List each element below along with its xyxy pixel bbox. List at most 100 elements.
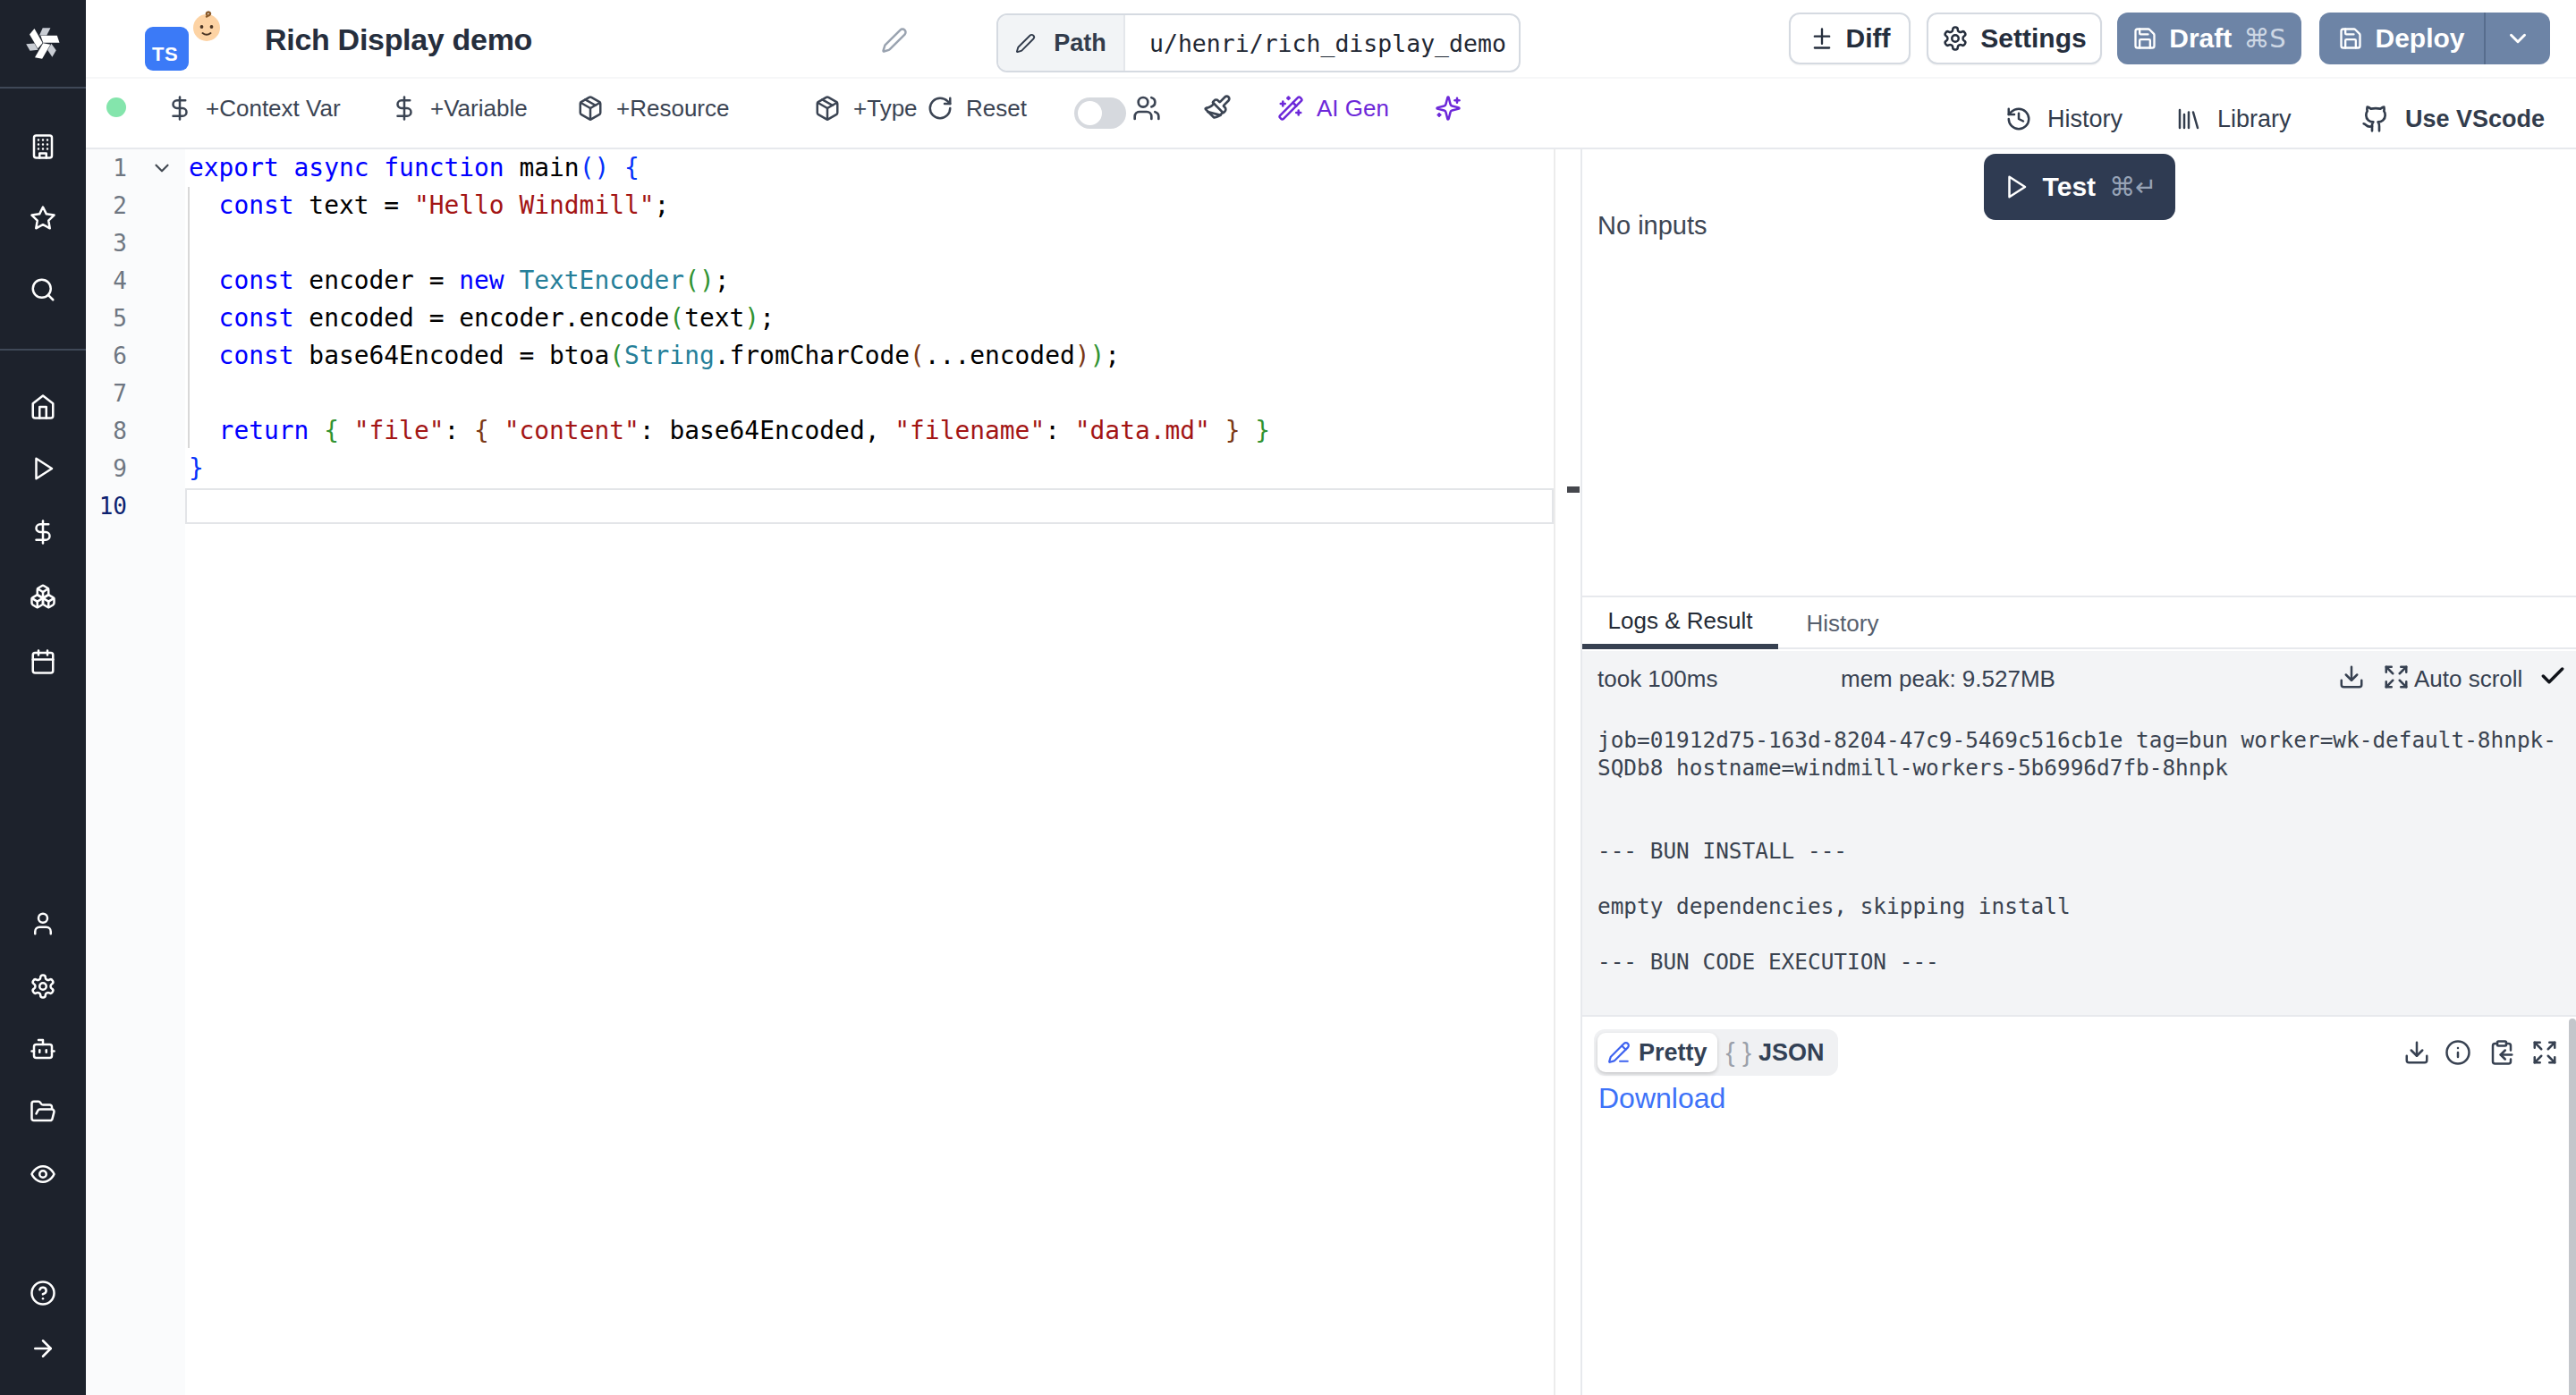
no-inputs-text: No inputs bbox=[1597, 211, 1707, 241]
star-icon[interactable] bbox=[30, 205, 56, 232]
test-button[interactable]: Test ⌘↵ bbox=[1984, 154, 2175, 220]
line-number: 7 bbox=[86, 375, 127, 412]
refresh-icon bbox=[927, 95, 953, 122]
code-line[interactable]: export async function main() { bbox=[189, 149, 640, 187]
multiplayer-button[interactable] bbox=[1132, 77, 1161, 140]
json-toggle-button[interactable]: { } JSON bbox=[1717, 1037, 1835, 1068]
calendar-icon-glyph bbox=[30, 648, 56, 675]
home-icon-glyph bbox=[30, 393, 56, 420]
download-result-icon[interactable] bbox=[2403, 1039, 2430, 1066]
boxes-icon[interactable] bbox=[30, 583, 56, 610]
help-icon-glyph bbox=[30, 1280, 56, 1306]
history-icon bbox=[2005, 106, 2032, 132]
search-icon[interactable] bbox=[30, 276, 56, 303]
settings-button-label: Settings bbox=[1980, 23, 2086, 54]
editor-toolbar: +Context Var +Variable +Resource +Type R… bbox=[86, 80, 2576, 149]
help-icon[interactable] bbox=[30, 1280, 56, 1306]
download-result-icon-glyph bbox=[2403, 1039, 2430, 1066]
check-icon[interactable] bbox=[2538, 662, 2567, 690]
code-editor[interactable]: 12345678910 export async function main()… bbox=[86, 149, 1555, 1395]
robot-icon-glyph bbox=[30, 1036, 56, 1062]
tab-history[interactable]: History bbox=[1778, 597, 1907, 649]
dollar-icon[interactable] bbox=[30, 519, 56, 545]
code-line[interactable]: return { "file": { "content": base64Enco… bbox=[189, 412, 1270, 450]
download-logs-icon[interactable] bbox=[2338, 664, 2365, 690]
log-header: took 100ms mem peak: 9.527MB Auto scroll bbox=[1582, 660, 2576, 699]
home-icon[interactable] bbox=[30, 393, 56, 420]
logs-tabs: Logs & Result History bbox=[1582, 597, 2576, 649]
sidebar bbox=[0, 0, 86, 1395]
download-result-link[interactable]: Download bbox=[1598, 1082, 1725, 1115]
robot-icon[interactable] bbox=[30, 1036, 56, 1062]
download-logs-icon-glyph bbox=[2338, 664, 2365, 690]
deploy-dropdown-toggle[interactable] bbox=[2486, 13, 2550, 64]
diff-mode-toggle[interactable] bbox=[1074, 97, 1126, 129]
code-line[interactable]: const encoder = new TextEncoder(); bbox=[189, 262, 730, 300]
arrow-right-icon[interactable] bbox=[30, 1335, 56, 1362]
result-format-toggle: Pretty { } JSON bbox=[1594, 1029, 1838, 1076]
code-line[interactable]: const text = "Hello Windmill"; bbox=[189, 187, 669, 224]
result-scrollbar[interactable] bbox=[2569, 1019, 2576, 1395]
save-icon bbox=[2132, 26, 2157, 51]
settings-button[interactable]: Settings bbox=[1927, 13, 2102, 64]
windmill-logo[interactable] bbox=[14, 14, 72, 72]
folder-icon[interactable] bbox=[30, 1098, 56, 1125]
library-label: Library bbox=[2217, 106, 2292, 133]
path-input[interactable]: u/henri/rich_display_demo bbox=[1125, 15, 1519, 71]
eye-icon[interactable] bbox=[30, 1161, 56, 1188]
line-number: 10 bbox=[86, 487, 127, 525]
add-type-button[interactable]: +Type bbox=[814, 77, 918, 140]
add-resource-button[interactable]: +Resource bbox=[577, 77, 729, 140]
ai-gen-button[interactable]: AI Gen bbox=[1277, 77, 1389, 140]
fold-chevron-icon[interactable] bbox=[150, 149, 174, 187]
chevron-down-icon bbox=[2504, 25, 2531, 52]
history-button[interactable]: History bbox=[2005, 88, 2123, 150]
add-context-var-button[interactable]: +Context Var bbox=[166, 77, 341, 140]
sparkles-button[interactable] bbox=[1435, 77, 1462, 140]
use-vscode-button[interactable]: Use VScode bbox=[2361, 88, 2545, 150]
editor-gutter: 12345678910 bbox=[86, 149, 185, 1395]
user-icon[interactable] bbox=[30, 910, 56, 937]
library-button[interactable]: Library bbox=[2175, 88, 2292, 150]
diff-button[interactable]: Diff bbox=[1789, 13, 1911, 64]
overview-ruler-cursor-marker bbox=[1567, 486, 1580, 493]
draft-button[interactable]: Draft ⌘S bbox=[2117, 13, 2301, 64]
dollar-icon bbox=[166, 95, 193, 122]
reset-button[interactable]: Reset bbox=[927, 77, 1027, 140]
baby-emoji-icon-glyph bbox=[191, 11, 223, 43]
current-line-highlight bbox=[185, 488, 1554, 524]
add-variable-label: +Variable bbox=[430, 95, 528, 123]
code-line[interactable]: const base64Encoded = btoa(String.fromCh… bbox=[189, 337, 1120, 375]
tab-logs-result[interactable]: Logs & Result bbox=[1582, 597, 1778, 649]
building-icon-glyph bbox=[30, 133, 56, 160]
add-resource-label: +Resource bbox=[616, 95, 729, 123]
clipboard-copy-icon[interactable] bbox=[2488, 1039, 2515, 1066]
line-number: 3 bbox=[86, 224, 127, 262]
history-label: History bbox=[2047, 106, 2123, 133]
deploy-button-main[interactable]: Deploy bbox=[2319, 13, 2484, 64]
wand-sparkles-icon bbox=[1277, 95, 1304, 122]
building-icon[interactable] bbox=[30, 133, 56, 160]
expand-logs-icon[interactable] bbox=[2383, 664, 2410, 690]
code-line[interactable]: } bbox=[189, 450, 204, 487]
play-icon[interactable] bbox=[30, 455, 56, 482]
code-line[interactable]: const encoded = encoder.encode(text); bbox=[189, 300, 775, 337]
gear-icon[interactable] bbox=[30, 973, 56, 1000]
add-variable-button[interactable]: +Variable bbox=[391, 77, 528, 140]
braces-icon: { } bbox=[1726, 1037, 1751, 1068]
path-label-segment[interactable]: Path bbox=[998, 15, 1125, 71]
path-field-group: Path u/henri/rich_display_demo bbox=[996, 13, 1521, 72]
expand-result-icon[interactable] bbox=[2531, 1039, 2558, 1066]
info-icon[interactable] bbox=[2445, 1039, 2471, 1066]
gear-icon-glyph bbox=[30, 973, 56, 1000]
format-button[interactable] bbox=[1203, 77, 1232, 140]
pretty-toggle-button[interactable]: Pretty bbox=[1597, 1033, 1717, 1072]
line-number: 9 bbox=[86, 450, 127, 487]
edit-title-pencil-icon[interactable] bbox=[881, 27, 908, 54]
auto-scroll-label[interactable]: Auto scroll bbox=[2414, 665, 2522, 693]
deploy-button[interactable]: Deploy bbox=[2319, 13, 2550, 64]
result-divider bbox=[1582, 1015, 2576, 1017]
line-number: 2 bbox=[86, 187, 127, 224]
dollar-icon-glyph bbox=[30, 519, 56, 545]
calendar-icon[interactable] bbox=[30, 648, 56, 675]
